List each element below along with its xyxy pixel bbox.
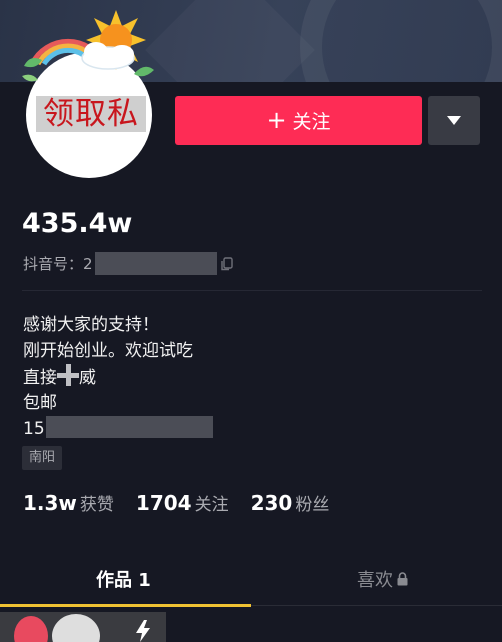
- bio-line: 15: [23, 416, 213, 442]
- thumbnail-face: [52, 614, 100, 642]
- douyin-id-label: 抖音号：2: [23, 255, 93, 273]
- copy-icon[interactable]: [220, 256, 233, 271]
- dropdown-icon: [447, 116, 461, 125]
- tab-likes[interactable]: 喜欢: [357, 566, 408, 592]
- video-grid-empty-slot: [168, 612, 334, 642]
- follow-button[interactable]: + 关注: [175, 96, 422, 145]
- following-stat[interactable]: 1704 关注: [136, 490, 229, 515]
- redaction-block: [94, 252, 217, 275]
- followers-stat[interactable]: 230 粉丝: [251, 490, 330, 515]
- bio-line: 直接 威: [23, 364, 213, 390]
- bio-text: 15: [23, 419, 45, 439]
- lightning-icon: [136, 620, 150, 642]
- divider: [22, 290, 482, 291]
- bio: 感谢大家的支持！ 刚开始创业。欢迎试吃 直接 威 包邮 15: [23, 312, 213, 442]
- profile-stats: 1.3w 获赞 1704 关注 230 粉丝: [23, 490, 329, 515]
- bio-line: 感谢大家的支持！: [23, 315, 159, 335]
- plus-emoji-icon: [57, 364, 79, 386]
- redaction-block: [45, 416, 213, 438]
- more-options-button[interactable]: [428, 96, 480, 145]
- location-tag: 南阳: [22, 446, 63, 470]
- bio-text: 威: [79, 368, 96, 388]
- follow-button-label: 关注: [292, 111, 331, 133]
- followers-stat-label: 粉丝: [295, 495, 330, 515]
- tab-likes-label: 喜欢: [357, 570, 393, 591]
- tab-works[interactable]: 作品 1: [96, 566, 151, 592]
- avatar-text: 领取私: [36, 96, 146, 132]
- banner-decoration: [145, 0, 315, 82]
- likes-stat-label: 获赞: [79, 495, 114, 515]
- bio-line: 包邮: [23, 393, 57, 413]
- bio-text: 直接: [23, 368, 57, 388]
- active-tab-indicator: [0, 604, 251, 607]
- tab-divider: [251, 605, 502, 606]
- plus-icon: +: [266, 105, 287, 134]
- douyin-id[interactable]: 抖音号：2: [23, 252, 233, 275]
- lock-icon: [397, 572, 408, 586]
- sun-rainbow-sticker-icon: [22, 10, 154, 82]
- bio-line: 刚开始创业。欢迎试吃: [23, 341, 193, 361]
- total-likes-count: 435.4w: [22, 208, 133, 239]
- likes-stat: 1.3w 获赞: [23, 490, 114, 515]
- thumbnail-sticker: [14, 616, 48, 642]
- followers-stat-count: 230: [250, 491, 293, 515]
- banner-decoration: [300, 0, 502, 82]
- likes-stat-count: 1.3w: [23, 491, 77, 515]
- following-stat-count: 1704: [135, 491, 192, 515]
- following-stat-label: 关注: [194, 495, 229, 515]
